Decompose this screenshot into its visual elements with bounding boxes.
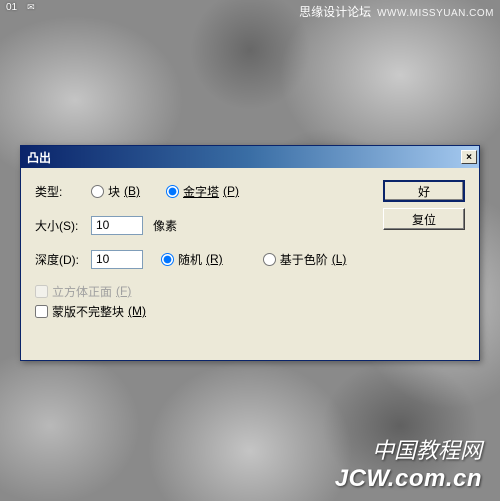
depth-row: 深度(D): 随机 (R) 基于色阶 (L) — [35, 248, 465, 270]
radio-block-label: 块 — [108, 183, 120, 200]
radio-levels-input[interactable] — [263, 253, 276, 266]
watermark-text: 思缘设计论坛 — [299, 3, 371, 20]
watermark-top: 思缘设计论坛 WWW.MISSYUAN.COM — [299, 3, 494, 20]
extrude-dialog: 凸出 × 类型: 块 (B) 金字塔 (P) 大小(S): 像素 — [20, 145, 480, 361]
depth-input[interactable] — [91, 250, 143, 269]
type-label: 类型: — [35, 183, 91, 200]
radio-block[interactable]: 块 (B) — [91, 183, 140, 200]
radio-pyramid-label: 金字塔 — [183, 183, 219, 200]
checkbox-front-label: 立方体正面 — [52, 283, 112, 300]
watermark-bottom-url: JCW.com.cn — [335, 465, 482, 493]
radio-block-hotkey: (B) — [124, 184, 140, 198]
size-label: 大小(S): — [35, 217, 91, 234]
watermark-url: WWW.MISSYUAN.COM — [377, 8, 494, 19]
radio-block-input[interactable] — [91, 185, 104, 198]
dialog-title: 凸出 — [27, 149, 51, 166]
watermark-bottom: 中国教程网 JCW.com.cn — [335, 433, 482, 493]
checkbox-mask-row[interactable]: 蒙版不完整块 (M) — [35, 302, 465, 320]
dialog-body: 类型: 块 (B) 金字塔 (P) 大小(S): 像素 深度(D): — [21, 168, 479, 360]
radio-pyramid[interactable]: 金字塔 (P) — [166, 183, 239, 200]
type-radio-group: 块 (B) 金字塔 (P) — [91, 183, 239, 200]
mail-icon: ✉ — [27, 2, 35, 13]
titlebar[interactable]: 凸出 × — [21, 146, 479, 168]
size-input[interactable] — [91, 216, 143, 235]
depth-label: 深度(D): — [35, 251, 91, 268]
radio-random-hotkey: (R) — [206, 252, 223, 266]
radio-random[interactable]: 随机 (R) — [161, 251, 223, 268]
document-tabs: 01 ✉ — [2, 1, 35, 14]
depth-radio-group: 随机 (R) 基于色阶 (L) — [161, 251, 346, 268]
size-unit: 像素 — [153, 217, 177, 234]
ok-button[interactable]: 好 — [383, 180, 465, 202]
radio-random-label: 随机 — [178, 251, 202, 268]
checkbox-front-hotkey: (F) — [116, 284, 131, 298]
checkbox-mask[interactable] — [35, 305, 48, 318]
tab-01[interactable]: 01 — [2, 1, 21, 14]
watermark-bottom-cn: 中国教程网 — [335, 433, 482, 465]
checkbox-mask-hotkey: (M) — [128, 304, 146, 318]
button-column: 好 复位 — [383, 180, 465, 230]
checkbox-front — [35, 285, 48, 298]
checkbox-mask-label: 蒙版不完整块 — [52, 303, 124, 320]
radio-levels-hotkey: (L) — [332, 252, 347, 266]
radio-random-input[interactable] — [161, 253, 174, 266]
close-button[interactable]: × — [461, 150, 477, 164]
checkbox-front-row: 立方体正面 (F) — [35, 282, 465, 300]
radio-pyramid-hotkey: (P) — [223, 184, 239, 198]
radio-levels[interactable]: 基于色阶 (L) — [263, 251, 347, 268]
reset-button[interactable]: 复位 — [383, 208, 465, 230]
radio-levels-label: 基于色阶 — [280, 251, 328, 268]
radio-pyramid-input[interactable] — [166, 185, 179, 198]
close-icon: × — [466, 152, 472, 163]
